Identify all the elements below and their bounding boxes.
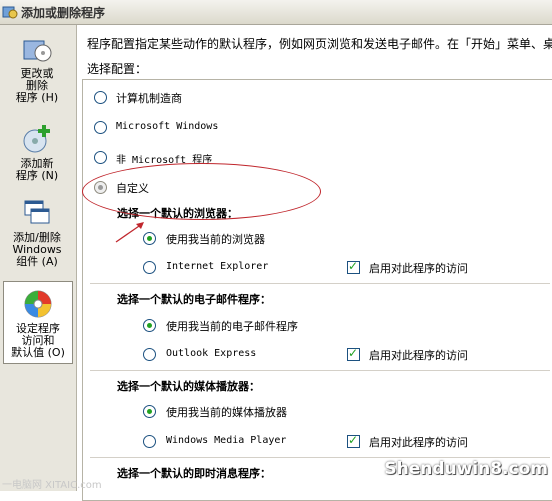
option-label: 使用我当前的浏览器 [166, 233, 265, 246]
sidebar-item-label: 程序 (N) [15, 169, 59, 182]
option-label: 使用我当前的媒体播放器 [166, 406, 287, 419]
sidebar-item-change-remove[interactable]: 更改或 删除 程序 (H) [2, 33, 72, 104]
radio-button[interactable] [143, 405, 156, 418]
section-heading-media: 选择一个默认的媒体播放器： [117, 380, 260, 393]
sidebar-item-add-new[interactable]: 添加新 程序 (N) [2, 123, 72, 182]
add-remove-programs-icon [2, 6, 18, 19]
sidebar: 更改或 删除 程序 (H) 添加新 程序 (N) 添加/删除 Windows 组… [0, 25, 77, 491]
add-new-programs-icon [23, 125, 50, 153]
watermark: Shenduwin8.com [384, 459, 548, 479]
option-label: Windows Media Player [166, 435, 287, 446]
option-label: Microsoft Windows [116, 121, 219, 132]
option-label: Internet Explorer [166, 261, 269, 272]
section-heading-im: 选择一个默认的即时消息程序： [117, 467, 271, 480]
description-text: 程序配置指定某些动作的默认程序，例如网页浏览和发送电子邮件。在「开始」菜单、桌 [87, 37, 552, 51]
checkbox[interactable] [347, 433, 360, 448]
sidebar-item-windows-components[interactable]: 添加/删除 Windows 组件 (A) [2, 197, 72, 268]
checkbox-label: 启用对此程序的访问 [369, 262, 468, 275]
checkbox[interactable] [347, 259, 360, 274]
watermark-small: 一电脑网 XITAIC.com [2, 480, 102, 491]
window-title: 添加或删除程序 [21, 6, 106, 20]
section-divider [90, 457, 550, 458]
checkbox[interactable] [347, 346, 360, 361]
radio-button[interactable] [143, 435, 156, 448]
sidebar-item-label: 默认值 (O) [11, 346, 65, 359]
windows-components-icon [24, 200, 50, 224]
section-heading-email: 选择一个默认的电子邮件程序： [117, 293, 271, 306]
sidebar-item-label: 程序 (H) [15, 91, 59, 104]
radio-button[interactable] [94, 91, 107, 104]
config-label: 选择配置： [87, 62, 148, 76]
checkbox-label: 启用对此程序的访问 [369, 436, 468, 449]
annotation-ellipse [82, 163, 321, 220]
sidebar-item-program-access[interactable]: 设定程序 访问和 默认值 (O) [3, 281, 73, 364]
radio-button[interactable] [143, 261, 156, 274]
option-label: Outlook Express [166, 348, 257, 359]
sidebar-item-label: 组件 (A) [16, 255, 58, 268]
section-divider [90, 283, 550, 284]
radio-button[interactable] [143, 348, 156, 361]
radio-button[interactable] [94, 151, 107, 164]
radio-button[interactable] [94, 121, 107, 134]
radio-button[interactable] [143, 319, 156, 332]
option-label: 使用我当前的电子邮件程序 [166, 320, 298, 333]
change-remove-programs-icon [23, 40, 52, 62]
program-access-defaults-icon [24, 290, 52, 318]
annotation-arrow-icon [115, 222, 144, 243]
checkbox-label: 启用对此程序的访问 [369, 349, 468, 362]
section-divider [90, 370, 550, 371]
main-panel: 程序配置指定某些动作的默认程序，例如网页浏览和发送电子邮件。在「开始」菜单、桌 … [77, 25, 552, 501]
title-bar: 添加或删除程序 [0, 0, 552, 25]
option-label: 计算机制造商 [116, 92, 182, 105]
